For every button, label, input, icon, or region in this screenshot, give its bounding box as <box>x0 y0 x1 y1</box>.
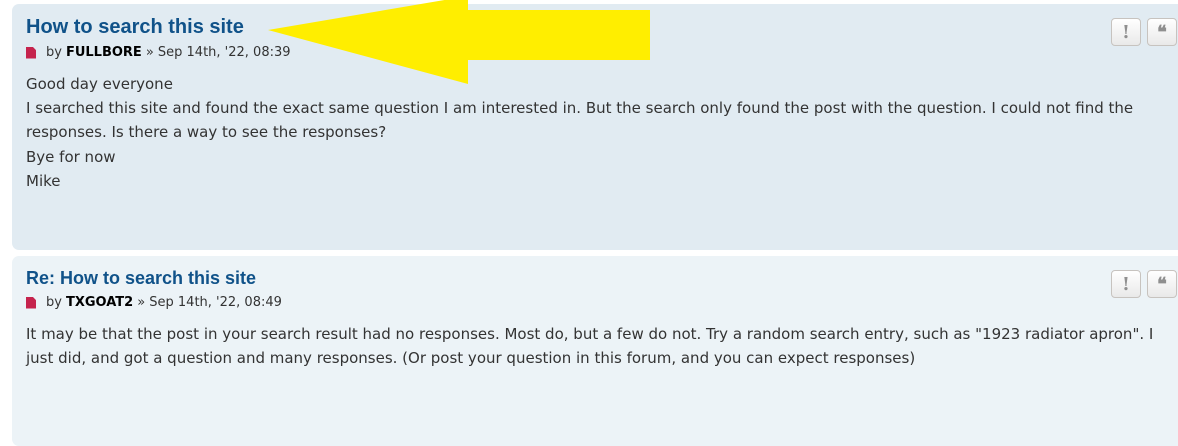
arrow-left-icon <box>268 0 650 84</box>
post-title-link[interactable]: How to search this site <box>26 16 244 39</box>
exclamation-icon: ! <box>1122 273 1130 295</box>
by-label: by <box>46 295 62 310</box>
author-username-link[interactable]: TXGOAT2 <box>66 295 133 310</box>
exclamation-icon: ! <box>1122 21 1130 43</box>
report-button[interactable]: ! <box>1111 270 1141 298</box>
content-line: Mike <box>26 171 61 190</box>
by-label: by <box>46 45 62 60</box>
quote-icon: ❝ <box>1157 21 1167 43</box>
post-content: It may be that the post in your search r… <box>26 322 1161 370</box>
post-buttons: ! ❝ <box>1111 18 1177 46</box>
content-line: It may be that the post in your search r… <box>26 325 1154 368</box>
quote-button[interactable]: ❝ <box>1147 270 1177 298</box>
quote-button[interactable]: ❝ <box>1147 18 1177 46</box>
post-buttons: ! ❝ <box>1111 270 1177 298</box>
post-2: Re: How to search this site by TXGOAT2 »… <box>12 256 1178 446</box>
author-username-link[interactable]: FULLBORE <box>66 45 142 60</box>
post-file-icon[interactable] <box>26 46 36 59</box>
report-button[interactable]: ! <box>1111 18 1141 46</box>
content-line: I searched this site and found the exact… <box>26 99 1134 142</box>
post-content: Good day everyone I searched this site a… <box>26 72 1161 193</box>
post-file-icon[interactable] <box>26 296 36 309</box>
post-date: » Sep 14th, '22, 08:49 <box>137 295 282 310</box>
content-line: Bye for now <box>26 147 116 166</box>
annotation-arrow <box>268 0 650 84</box>
post-title-link[interactable]: Re: How to search this site <box>26 268 256 289</box>
post-author-line: by TXGOAT2 » Sep 14th, '22, 08:49 <box>26 295 1178 310</box>
quote-icon: ❝ <box>1157 273 1167 295</box>
